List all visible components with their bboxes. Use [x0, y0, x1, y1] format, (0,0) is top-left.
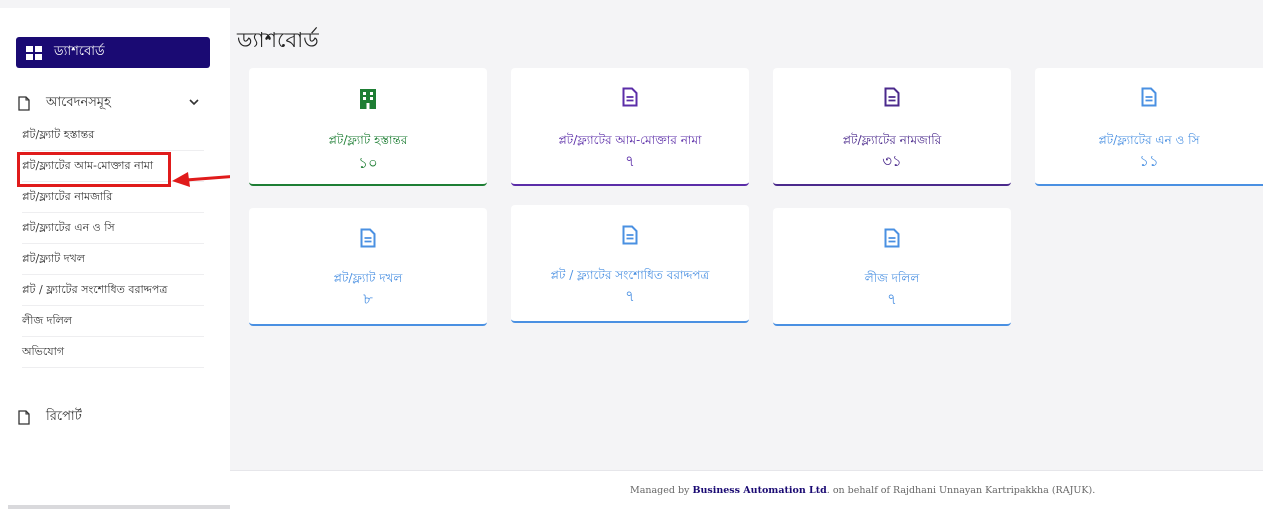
document-icon: [622, 87, 638, 107]
footer: Managed by Business Automation Ltd. on b…: [230, 470, 1263, 510]
sidebar-item-transfer[interactable]: প্লট/ফ্ল্যাট হস্তান্তর: [22, 120, 204, 151]
card-count: ১১: [1139, 152, 1159, 170]
card-revised-allotment[interactable]: প্লট / ফ্ল্যাটের সংশোধিত বরাদ্দপত্র ৭: [511, 205, 749, 323]
card-count: ৩১: [882, 152, 902, 170]
card-power-of-attorney[interactable]: প্লট/ফ্ল্যাটের আম-মোক্তার নামা ৭: [511, 68, 749, 186]
card-possession[interactable]: প্লট/ফ্ল্যাট দখল ৮: [249, 208, 487, 326]
document-icon: [1141, 87, 1157, 107]
footer-company-link[interactable]: Business Automation Ltd: [692, 485, 826, 496]
card-label: প্লট/ফ্ল্যাটের এন ও সি: [1098, 133, 1200, 147]
chevron-down-icon: [189, 99, 199, 106]
sidebar-item-lease-deed[interactable]: লীজ দলিল: [22, 306, 204, 337]
sidebar-dashboard-label: ড্যাশবোর্ড: [54, 44, 105, 59]
building-icon: [360, 89, 376, 109]
sidebar-scrollbar[interactable]: [8, 505, 230, 509]
footer-prefix: Managed by: [630, 485, 693, 496]
card-lease-deed[interactable]: লীজ দলিল ৭: [773, 208, 1011, 326]
card-label: প্লট / ফ্ল্যাটের সংশোধিত বরাদ্দপত্র: [550, 268, 710, 282]
footer-suffix: . on behalf of Rajdhani Unnayan Kartripa…: [826, 485, 1096, 496]
card-label: প্লট/ফ্ল্যাটের নামজারি: [842, 133, 942, 147]
dashboard-grid-icon: [26, 45, 42, 60]
file-icon: [18, 95, 30, 111]
sidebar-dashboard-button[interactable]: ড্যাশবোর্ড: [16, 37, 210, 68]
card-label: লীজ দলিল: [864, 271, 920, 285]
card-label: প্লট/ফ্ল্যাট হস্তান্তর: [328, 133, 408, 147]
sidebar-report-link[interactable]: রিপোর্ট: [18, 403, 210, 431]
page-title: ড্যাশবোর্ড: [237, 28, 319, 52]
sidebar-item-complaint[interactable]: অভিযোগ: [22, 337, 204, 368]
sidebar-report-label: রিপোর্ট: [46, 408, 82, 424]
document-icon: [884, 87, 900, 107]
card-count: ৭: [625, 287, 635, 305]
card-label: প্লট/ফ্ল্যাট দখল: [333, 271, 403, 285]
sidebar-applications-label: আবেদনসমূহ: [46, 94, 111, 110]
sidebar-item-noc[interactable]: প্লট/ফ্ল্যাটের এন ও সি: [22, 213, 204, 244]
card-count: ৭: [887, 290, 897, 308]
document-icon: [360, 228, 376, 248]
file-icon: [18, 409, 30, 425]
sidebar-item-possession[interactable]: প্লট/ফ্ল্যাট দখল: [22, 244, 204, 275]
top-band: [0, 0, 1263, 8]
card-mutation[interactable]: প্লট/ফ্ল্যাটের নামজারি ৩১: [773, 68, 1011, 186]
sidebar-applications-toggle[interactable]: আবেদনসমূহ: [18, 89, 210, 117]
document-icon: [884, 228, 900, 248]
document-icon: [622, 225, 638, 245]
card-label: প্লট/ফ্ল্যাটের আম-মোক্তার নামা: [558, 133, 702, 147]
card-count: ৮: [363, 290, 373, 308]
card-count: ১০: [358, 154, 378, 172]
card-transfer[interactable]: প্লট/ফ্ল্যাট হস্তান্তর ১০: [249, 68, 487, 186]
sidebar-subnav: প্লট/ফ্ল্যাট হস্তান্তর প্লট/ফ্ল্যাটের আম…: [22, 120, 204, 368]
card-count: ৭: [625, 152, 635, 170]
footer-text: Managed by Business Automation Ltd. on b…: [630, 485, 1095, 496]
card-noc[interactable]: প্লট/ফ্ল্যাটের এন ও সি ১১: [1035, 68, 1263, 186]
sidebar-item-revised-allotment[interactable]: প্লট / ফ্ল্যাটের সংশোধিত বরাদ্দপত্র: [22, 275, 204, 306]
